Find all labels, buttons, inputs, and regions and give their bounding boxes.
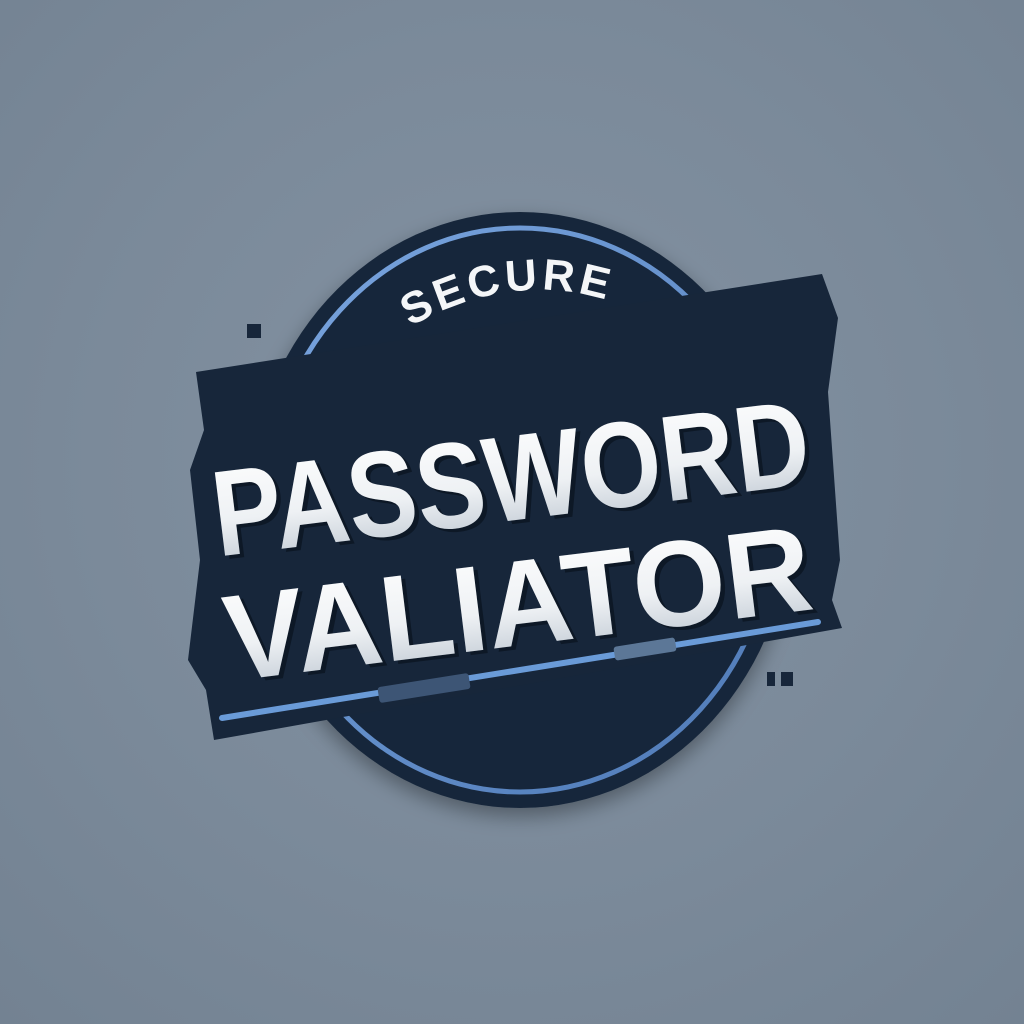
logo-canvas: SECURE PASSWORD PASSWORD VALIATOR VALIAT… — [0, 0, 1024, 1024]
decor-speck-left — [247, 324, 261, 338]
decor-speck-right-a — [767, 672, 775, 686]
logo-svg: SECURE PASSWORD PASSWORD VALIATOR VALIAT… — [188, 212, 842, 808]
decor-speck-right-b — [781, 672, 793, 686]
